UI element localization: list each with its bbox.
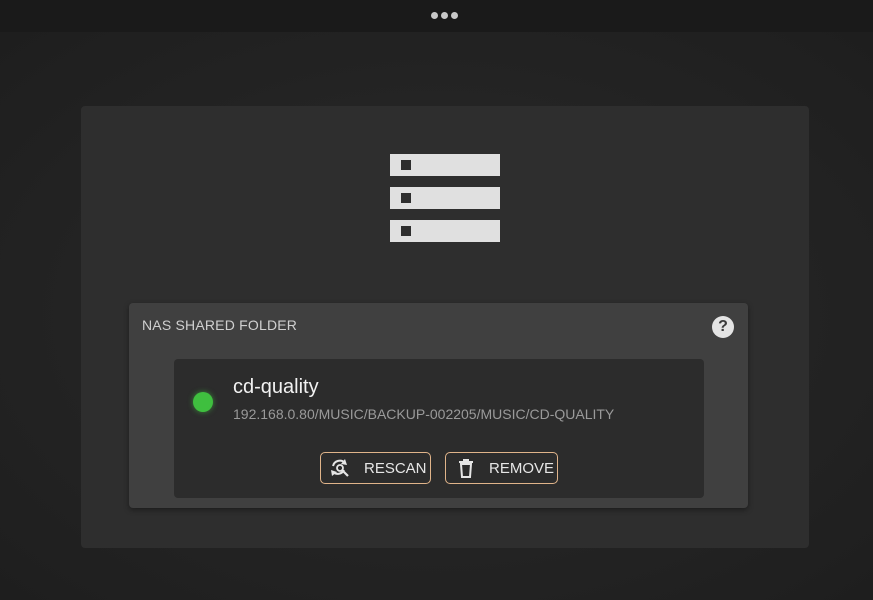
trash-icon: [456, 458, 476, 478]
share-item: cd-quality 192.168.0.80/MUSIC/BACKUP-002…: [174, 359, 704, 498]
nas-shared-folder-panel: NAS SHARED FOLDER ? cd-quality 192.168.0…: [129, 303, 748, 508]
top-bar: [0, 0, 873, 32]
ellipsis-icon: [431, 12, 438, 19]
remove-button[interactable]: REMOVE: [445, 452, 558, 484]
rescan-icon: [330, 458, 350, 478]
server-rack-icon: [390, 154, 500, 242]
more-menu-button[interactable]: [431, 12, 458, 19]
share-name: cd-quality: [233, 376, 319, 398]
status-online-icon: [193, 392, 213, 412]
rescan-label: RESCAN: [364, 459, 427, 477]
rescan-button[interactable]: RESCAN: [320, 452, 431, 484]
remove-label: REMOVE: [489, 459, 555, 477]
question-mark-icon[interactable]: ?: [712, 316, 734, 338]
panel-title: NAS SHARED FOLDER: [142, 317, 298, 333]
share-path: 192.168.0.80/MUSIC/BACKUP-002205/MUSIC/C…: [233, 406, 615, 422]
